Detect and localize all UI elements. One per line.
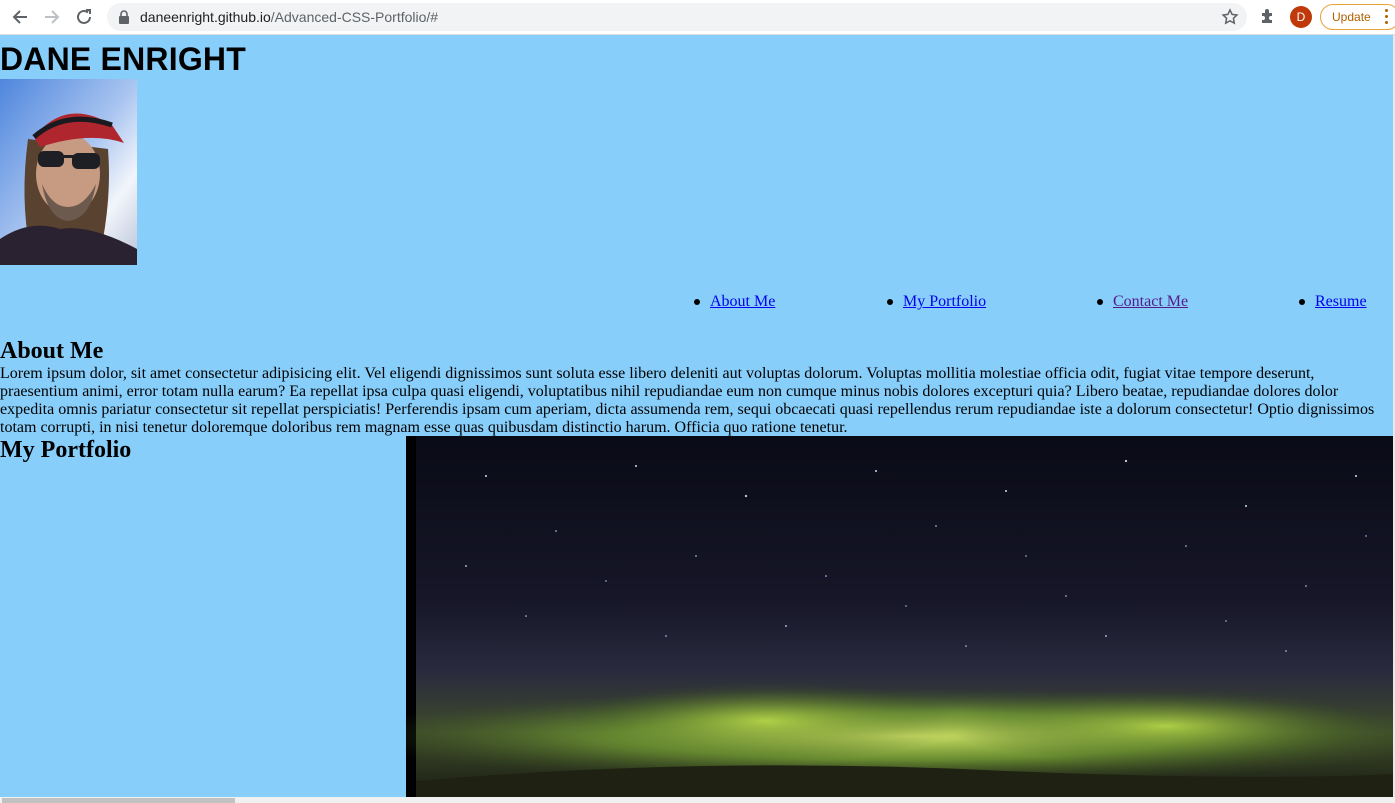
profile-avatar[interactable]: D: [1290, 6, 1312, 28]
horizontal-scrollbar[interactable]: [0, 797, 1395, 803]
profile-photo-illustration: [0, 79, 137, 265]
nav-link-about-me[interactable]: About Me: [710, 293, 775, 310]
extensions-puzzle-icon[interactable]: [1259, 7, 1277, 25]
nav-item-resume: Resume: [1299, 289, 1367, 315]
back-arrow-icon: [12, 10, 27, 24]
about-paragraph: Lorem ipsum dolor, sit amet consectetur …: [0, 365, 1375, 436]
reload-button[interactable]: [72, 5, 96, 29]
portfolio-aurora-image: [406, 436, 1393, 798]
reload-icon: [77, 9, 91, 24]
url-path: /Advanced-CSS-Portfolio/#: [270, 9, 439, 25]
nav-item-about: About Me: [693, 289, 775, 315]
url-host: daneenright.github.io: [140, 9, 271, 25]
lock-icon: [119, 10, 129, 24]
page-content: DANE ENRIGHT About Me My Portfolio Conta…: [0, 35, 1393, 798]
nav-link-resume[interactable]: Resume: [1315, 293, 1367, 310]
address-bar[interactable]: daneenright.github.io/Advanced-CSS-Portf…: [107, 3, 1247, 31]
main-nav: About Me My Portfolio Contact Me Resume: [0, 289, 1393, 319]
profile-photo: [0, 79, 137, 265]
nav-item-portfolio: My Portfolio: [886, 289, 986, 315]
nav-item-contact: Contact Me: [1096, 289, 1188, 315]
forward-arrow-icon: [45, 10, 60, 24]
horizontal-scrollbar-thumb[interactable]: [2, 798, 235, 803]
about-heading: About Me: [0, 338, 104, 364]
more-menu-icon: [1385, 9, 1389, 24]
bookmark-star-icon[interactable]: [1221, 8, 1239, 26]
update-button[interactable]: Update: [1320, 4, 1395, 30]
back-button[interactable]: [8, 5, 32, 29]
nav-link-contact-me[interactable]: Contact Me: [1113, 293, 1188, 310]
portfolio-heading: My Portfolio: [0, 437, 132, 463]
update-label: Update: [1332, 10, 1371, 24]
forward-button[interactable]: [40, 5, 64, 29]
browser-toolbar: daneenright.github.io/Advanced-CSS-Portf…: [0, 0, 1395, 35]
aurora-night-sky-image: [406, 436, 1393, 798]
nav-link-my-portfolio[interactable]: My Portfolio: [903, 293, 986, 310]
site-title: DANE ENRIGHT: [0, 41, 246, 77]
url-text: daneenright.github.io/Advanced-CSS-Portf…: [140, 9, 438, 25]
